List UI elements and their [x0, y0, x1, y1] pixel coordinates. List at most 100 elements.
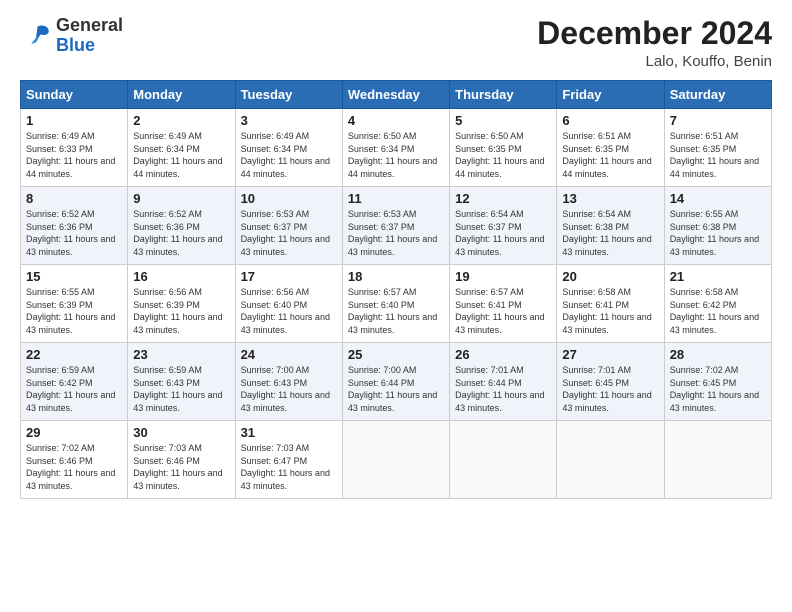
day-number: 28 [670, 347, 766, 362]
calendar-cell: 19 Sunrise: 6:57 AMSunset: 6:41 PMDaylig… [450, 265, 557, 343]
day-number: 4 [348, 113, 444, 128]
calendar-cell [342, 421, 449, 499]
calendar-header-row: SundayMondayTuesdayWednesdayThursdayFrid… [21, 81, 772, 109]
day-number: 10 [241, 191, 337, 206]
day-number: 16 [133, 269, 229, 284]
month-title: December 2024 [537, 16, 772, 51]
calendar-week-row: 8 Sunrise: 6:52 AMSunset: 6:36 PMDayligh… [21, 187, 772, 265]
cell-info: Sunrise: 6:58 AMSunset: 6:41 PMDaylight:… [562, 287, 651, 335]
day-number: 17 [241, 269, 337, 284]
calendar-cell: 18 Sunrise: 6:57 AMSunset: 6:40 PMDaylig… [342, 265, 449, 343]
day-number: 5 [455, 113, 551, 128]
calendar-cell: 17 Sunrise: 6:56 AMSunset: 6:40 PMDaylig… [235, 265, 342, 343]
calendar-cell: 16 Sunrise: 6:56 AMSunset: 6:39 PMDaylig… [128, 265, 235, 343]
cell-info: Sunrise: 7:00 AMSunset: 6:44 PMDaylight:… [348, 365, 437, 413]
day-number: 12 [455, 191, 551, 206]
day-number: 27 [562, 347, 658, 362]
calendar-cell [450, 421, 557, 499]
calendar-cell: 9 Sunrise: 6:52 AMSunset: 6:36 PMDayligh… [128, 187, 235, 265]
calendar-cell: 7 Sunrise: 6:51 AMSunset: 6:35 PMDayligh… [664, 109, 771, 187]
calendar-header-sunday: Sunday [21, 81, 128, 109]
calendar-cell: 2 Sunrise: 6:49 AMSunset: 6:34 PMDayligh… [128, 109, 235, 187]
logo-general-text: General [56, 15, 123, 35]
calendar-header-wednesday: Wednesday [342, 81, 449, 109]
cell-info: Sunrise: 6:51 AMSunset: 6:35 PMDaylight:… [670, 131, 759, 179]
calendar-cell: 22 Sunrise: 6:59 AMSunset: 6:42 PMDaylig… [21, 343, 128, 421]
calendar-header-monday: Monday [128, 81, 235, 109]
cell-info: Sunrise: 6:54 AMSunset: 6:37 PMDaylight:… [455, 209, 544, 257]
cell-info: Sunrise: 6:56 AMSunset: 6:40 PMDaylight:… [241, 287, 330, 335]
calendar-cell: 28 Sunrise: 7:02 AMSunset: 6:45 PMDaylig… [664, 343, 771, 421]
cell-info: Sunrise: 6:53 AMSunset: 6:37 PMDaylight:… [241, 209, 330, 257]
day-number: 13 [562, 191, 658, 206]
cell-info: Sunrise: 6:49 AMSunset: 6:33 PMDaylight:… [26, 131, 115, 179]
cell-info: Sunrise: 6:59 AMSunset: 6:43 PMDaylight:… [133, 365, 222, 413]
cell-info: Sunrise: 6:49 AMSunset: 6:34 PMDaylight:… [133, 131, 222, 179]
cell-info: Sunrise: 6:58 AMSunset: 6:42 PMDaylight:… [670, 287, 759, 335]
header: General Blue December 2024 Lalo, Kouffo,… [20, 16, 772, 70]
calendar-cell: 31 Sunrise: 7:03 AMSunset: 6:47 PMDaylig… [235, 421, 342, 499]
day-number: 3 [241, 113, 337, 128]
calendar-cell: 15 Sunrise: 6:55 AMSunset: 6:39 PMDaylig… [21, 265, 128, 343]
cell-info: Sunrise: 6:49 AMSunset: 6:34 PMDaylight:… [241, 131, 330, 179]
calendar-cell: 21 Sunrise: 6:58 AMSunset: 6:42 PMDaylig… [664, 265, 771, 343]
day-number: 7 [670, 113, 766, 128]
calendar-cell: 29 Sunrise: 7:02 AMSunset: 6:46 PMDaylig… [21, 421, 128, 499]
calendar-week-row: 1 Sunrise: 6:49 AMSunset: 6:33 PMDayligh… [21, 109, 772, 187]
calendar-cell: 8 Sunrise: 6:52 AMSunset: 6:36 PMDayligh… [21, 187, 128, 265]
day-number: 30 [133, 425, 229, 440]
logo-icon [20, 20, 52, 52]
calendar-cell: 20 Sunrise: 6:58 AMSunset: 6:41 PMDaylig… [557, 265, 664, 343]
day-number: 24 [241, 347, 337, 362]
calendar-table: SundayMondayTuesdayWednesdayThursdayFrid… [20, 80, 772, 499]
calendar-week-row: 29 Sunrise: 7:02 AMSunset: 6:46 PMDaylig… [21, 421, 772, 499]
day-number: 14 [670, 191, 766, 206]
cell-info: Sunrise: 7:00 AMSunset: 6:43 PMDaylight:… [241, 365, 330, 413]
calendar-cell: 23 Sunrise: 6:59 AMSunset: 6:43 PMDaylig… [128, 343, 235, 421]
cell-info: Sunrise: 7:03 AMSunset: 6:47 PMDaylight:… [241, 443, 330, 491]
cell-info: Sunrise: 7:01 AMSunset: 6:45 PMDaylight:… [562, 365, 651, 413]
calendar-cell: 5 Sunrise: 6:50 AMSunset: 6:35 PMDayligh… [450, 109, 557, 187]
cell-info: Sunrise: 7:01 AMSunset: 6:44 PMDaylight:… [455, 365, 544, 413]
cell-info: Sunrise: 6:53 AMSunset: 6:37 PMDaylight:… [348, 209, 437, 257]
day-number: 15 [26, 269, 122, 284]
day-number: 19 [455, 269, 551, 284]
day-number: 31 [241, 425, 337, 440]
cell-info: Sunrise: 6:52 AMSunset: 6:36 PMDaylight:… [26, 209, 115, 257]
cell-info: Sunrise: 6:50 AMSunset: 6:35 PMDaylight:… [455, 131, 544, 179]
cell-info: Sunrise: 6:59 AMSunset: 6:42 PMDaylight:… [26, 365, 115, 413]
calendar-cell [664, 421, 771, 499]
calendar-cell: 26 Sunrise: 7:01 AMSunset: 6:44 PMDaylig… [450, 343, 557, 421]
calendar-cell [557, 421, 664, 499]
day-number: 20 [562, 269, 658, 284]
calendar-cell: 14 Sunrise: 6:55 AMSunset: 6:38 PMDaylig… [664, 187, 771, 265]
logo: General Blue [20, 16, 123, 56]
calendar-cell: 3 Sunrise: 6:49 AMSunset: 6:34 PMDayligh… [235, 109, 342, 187]
calendar-week-row: 15 Sunrise: 6:55 AMSunset: 6:39 PMDaylig… [21, 265, 772, 343]
day-number: 29 [26, 425, 122, 440]
calendar-header-friday: Friday [557, 81, 664, 109]
calendar-cell: 30 Sunrise: 7:03 AMSunset: 6:46 PMDaylig… [128, 421, 235, 499]
calendar-cell: 10 Sunrise: 6:53 AMSunset: 6:37 PMDaylig… [235, 187, 342, 265]
day-number: 25 [348, 347, 444, 362]
day-number: 23 [133, 347, 229, 362]
cell-info: Sunrise: 6:54 AMSunset: 6:38 PMDaylight:… [562, 209, 651, 257]
calendar-cell: 1 Sunrise: 6:49 AMSunset: 6:33 PMDayligh… [21, 109, 128, 187]
calendar-cell: 6 Sunrise: 6:51 AMSunset: 6:35 PMDayligh… [557, 109, 664, 187]
calendar-cell: 4 Sunrise: 6:50 AMSunset: 6:34 PMDayligh… [342, 109, 449, 187]
cell-info: Sunrise: 6:50 AMSunset: 6:34 PMDaylight:… [348, 131, 437, 179]
cell-info: Sunrise: 7:02 AMSunset: 6:46 PMDaylight:… [26, 443, 115, 491]
day-number: 1 [26, 113, 122, 128]
title-block: December 2024 Lalo, Kouffo, Benin [537, 16, 772, 70]
cell-info: Sunrise: 6:52 AMSunset: 6:36 PMDaylight:… [133, 209, 222, 257]
calendar-cell: 24 Sunrise: 7:00 AMSunset: 6:43 PMDaylig… [235, 343, 342, 421]
day-number: 22 [26, 347, 122, 362]
day-number: 26 [455, 347, 551, 362]
page: General Blue December 2024 Lalo, Kouffo,… [0, 0, 792, 612]
location-subtitle: Lalo, Kouffo, Benin [537, 53, 772, 70]
cell-info: Sunrise: 6:51 AMSunset: 6:35 PMDaylight:… [562, 131, 651, 179]
calendar-week-row: 22 Sunrise: 6:59 AMSunset: 6:42 PMDaylig… [21, 343, 772, 421]
calendar-cell: 25 Sunrise: 7:00 AMSunset: 6:44 PMDaylig… [342, 343, 449, 421]
day-number: 18 [348, 269, 444, 284]
calendar-header-saturday: Saturday [664, 81, 771, 109]
